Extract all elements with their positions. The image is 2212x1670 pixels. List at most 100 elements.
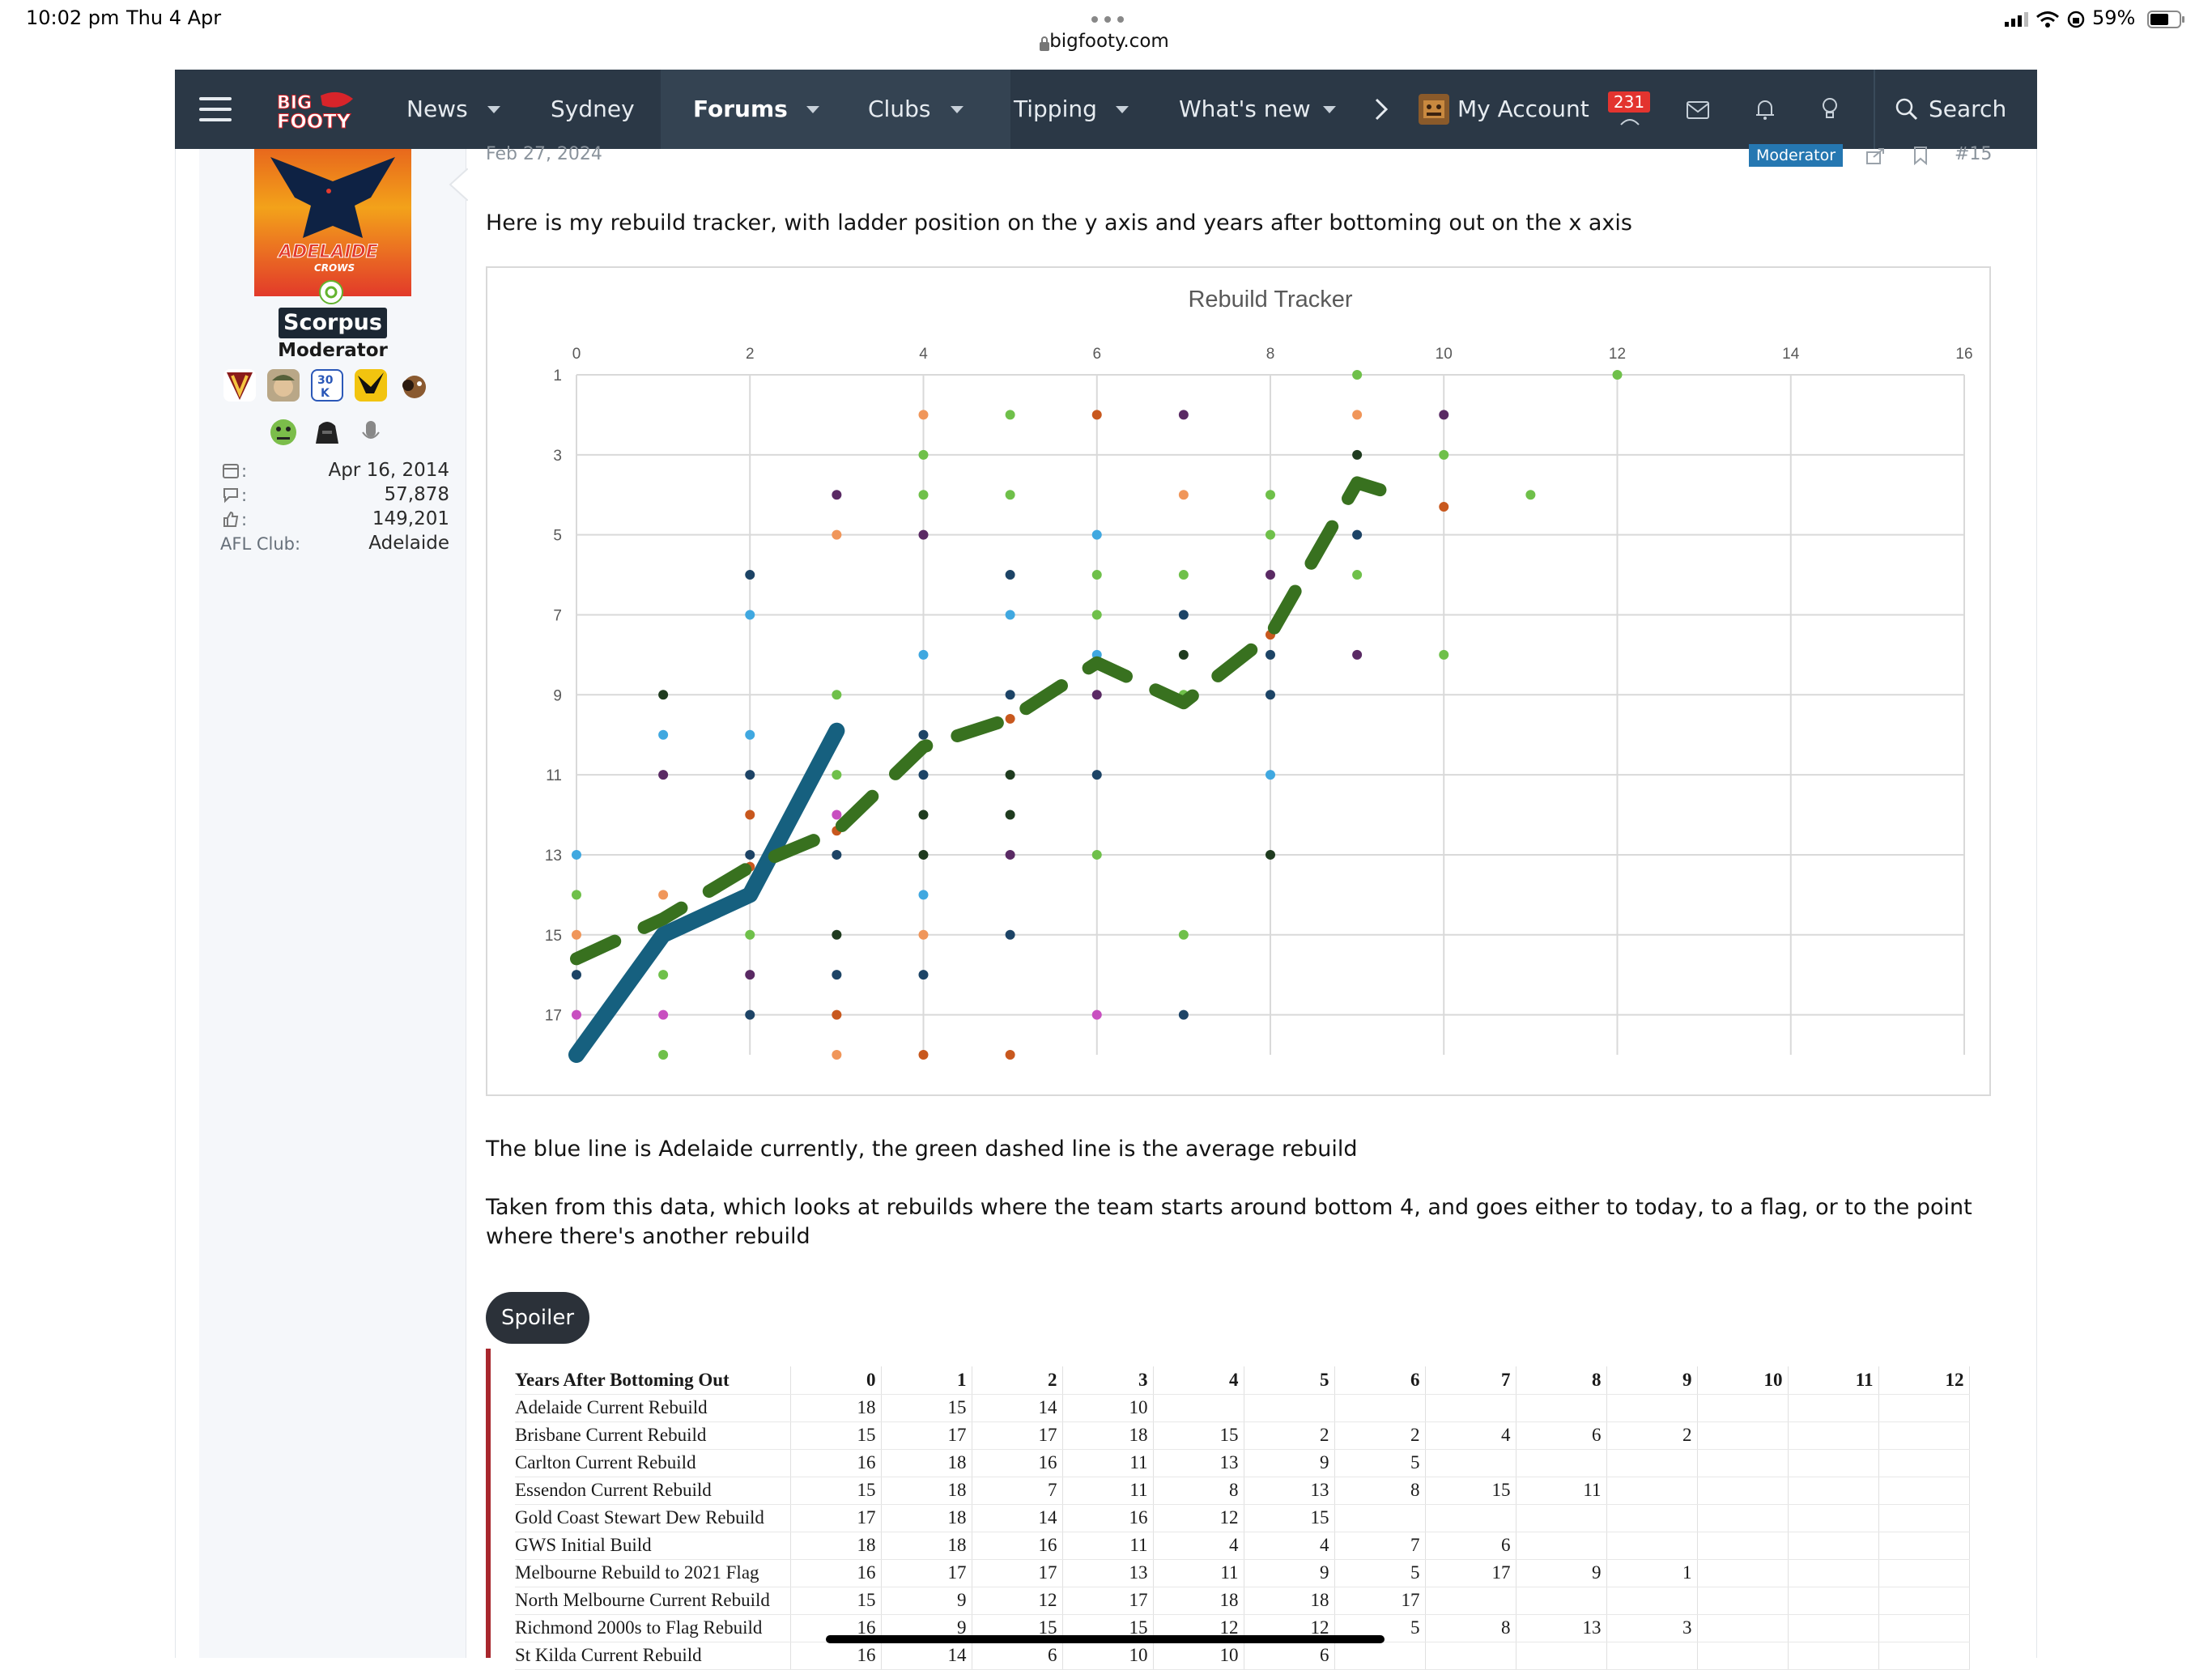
data-point [1005, 713, 1015, 724]
site-logo[interactable]: BIG FOOTY [275, 87, 356, 134]
table-cell: 15 [1244, 1504, 1335, 1532]
data-point [1525, 490, 1536, 500]
table-row: Gold Coast Stewart Dew Rebuild 17 18 14 16 12… [515, 1504, 1970, 1532]
table-cell: 16 [972, 1449, 1063, 1477]
table-cell [1697, 1587, 1789, 1615]
eagle-badge-icon[interactable] [355, 369, 387, 402]
nav-sydney[interactable]: Sydney [551, 70, 635, 149]
table-cell: 6 [1516, 1421, 1607, 1450]
chevron-down-icon[interactable] [487, 106, 500, 113]
x-tick-label: 4 [919, 346, 928, 363]
table-cell: 18 [1153, 1587, 1244, 1615]
data-point [1439, 502, 1449, 512]
nav-news[interactable]: News [406, 70, 468, 149]
nav-my-account[interactable]: My Account [1457, 70, 1589, 149]
table-cell [1878, 1559, 1970, 1587]
data-point [1439, 649, 1449, 660]
user-avatar[interactable]: ADELAIDE CROWS [254, 149, 411, 296]
data-point [832, 810, 842, 820]
notification-count-badge[interactable]: 231 [1608, 91, 1650, 113]
table-cell: 11 [1062, 1532, 1154, 1560]
share-icon[interactable] [1865, 146, 1887, 165]
post-date[interactable]: Feb 27, 2024 [486, 144, 602, 164]
chevron-down-icon[interactable] [806, 106, 819, 113]
table-cell [1788, 1559, 1879, 1587]
nav-forums[interactable]: Forums [693, 70, 788, 149]
url-bar[interactable]: bigfooty.com [1036, 31, 1182, 52]
lightbulb-icon[interactable] [1820, 96, 1840, 121]
data-point [745, 929, 755, 940]
x-tick-label: 12 [1609, 346, 1626, 363]
bell-icon[interactable] [1754, 97, 1776, 121]
darth-helmet-icon[interactable] [311, 416, 343, 448]
data-point [745, 810, 755, 820]
dog-icon[interactable] [398, 369, 431, 402]
post-para-1: The blue line is Adelaide currently, the… [486, 1137, 1358, 1162]
data-point [918, 929, 929, 940]
data-point [1178, 1009, 1189, 1020]
data-point [658, 770, 669, 780]
data-point [1178, 929, 1189, 940]
user-role: Moderator [278, 340, 388, 361]
table-row: Adelaide Current Rebuild 18 15 14 10 [515, 1394, 1970, 1422]
data-point [832, 929, 842, 940]
hamburger-menu-icon[interactable] [199, 96, 232, 123]
user-sidebar: ADELAIDE CROWS Scorpus Moderator 30 K : A… [199, 149, 466, 1658]
account-avatar[interactable] [1419, 94, 1449, 125]
table-cell: 13 [1062, 1559, 1154, 1587]
table-cell [1425, 1394, 1516, 1422]
row-label: Brisbane Current Rebuild [515, 1421, 791, 1450]
table-cell: 1 [1606, 1559, 1698, 1587]
30k-icon[interactable]: 30 K [311, 369, 343, 402]
table-cell: 17 [790, 1504, 882, 1532]
table-cell: 14 [972, 1394, 1063, 1422]
nav-clubs[interactable]: Clubs [868, 70, 930, 149]
chevron-down-icon[interactable] [951, 106, 963, 113]
data-point [1091, 610, 1102, 620]
rebuild-data-table: Years After Bottoming Out 0 1 2 3 4 5 6 7 8 9 10 11 1… [515, 1366, 1970, 1670]
table-row: Brisbane Current Rebuild 15 17 17 18 15 2 2 4 6 2 [515, 1421, 1970, 1450]
table-cell [1334, 1504, 1426, 1532]
table-row: St Kilda Current Rebuild 16 14 6 10 10 6 [515, 1642, 1970, 1670]
table-cell: 14 [881, 1642, 972, 1670]
table-cell: 17 [881, 1559, 972, 1587]
search-icon[interactable] [1895, 97, 1919, 121]
nav-whats-new[interactable]: What's new [1179, 70, 1311, 149]
username[interactable]: Scorpus [279, 308, 387, 338]
table-cell: 4 [1244, 1532, 1335, 1560]
data-point [745, 770, 755, 780]
chevron-down-icon[interactable] [1116, 106, 1129, 113]
table-cell [1334, 1642, 1426, 1670]
more-dots-icon[interactable] [1090, 11, 1125, 23]
microphone-icon[interactable] [355, 416, 387, 448]
data-point [1352, 570, 1363, 580]
spoiler-button[interactable]: Spoiler [486, 1292, 589, 1344]
zombie-icon[interactable] [267, 416, 300, 448]
table-cell [1606, 1532, 1698, 1560]
envelope-icon[interactable] [1686, 100, 1710, 120]
nav-search[interactable]: Search [1929, 70, 2006, 149]
club-value: Adelaide [368, 533, 449, 554]
post-number[interactable]: #15 [1955, 144, 1992, 164]
chevron-down-icon[interactable] [1323, 106, 1336, 113]
table-cell [1878, 1504, 1970, 1532]
table-cell: 2 [972, 1366, 1063, 1395]
table-cell: 11 [1788, 1366, 1879, 1395]
avatar-logo-text: ADELAIDE [279, 242, 379, 263]
soldier-icon[interactable] [267, 369, 300, 402]
data-point [832, 970, 842, 980]
chevron-right-icon[interactable] [1373, 97, 1389, 121]
table-cell [1606, 1587, 1698, 1615]
table-cell: 0 [790, 1366, 882, 1395]
bookmark-icon[interactable] [1912, 146, 1929, 166]
table-cell: 18 [1244, 1587, 1335, 1615]
profile-icon[interactable] [1619, 113, 1640, 126]
table-cell [1516, 1532, 1607, 1560]
nav-tipping[interactable]: Tipping [1014, 70, 1097, 149]
table-cell: 11 [1516, 1477, 1607, 1505]
table-cell: 6 [1244, 1642, 1335, 1670]
v-trophy-icon[interactable] [223, 369, 256, 402]
table-cell: 17 [972, 1559, 1063, 1587]
table-cell [1606, 1394, 1698, 1422]
table-row: Melbourne Rebuild to 2021 Flag 16 17 17 13 11… [515, 1559, 1970, 1587]
